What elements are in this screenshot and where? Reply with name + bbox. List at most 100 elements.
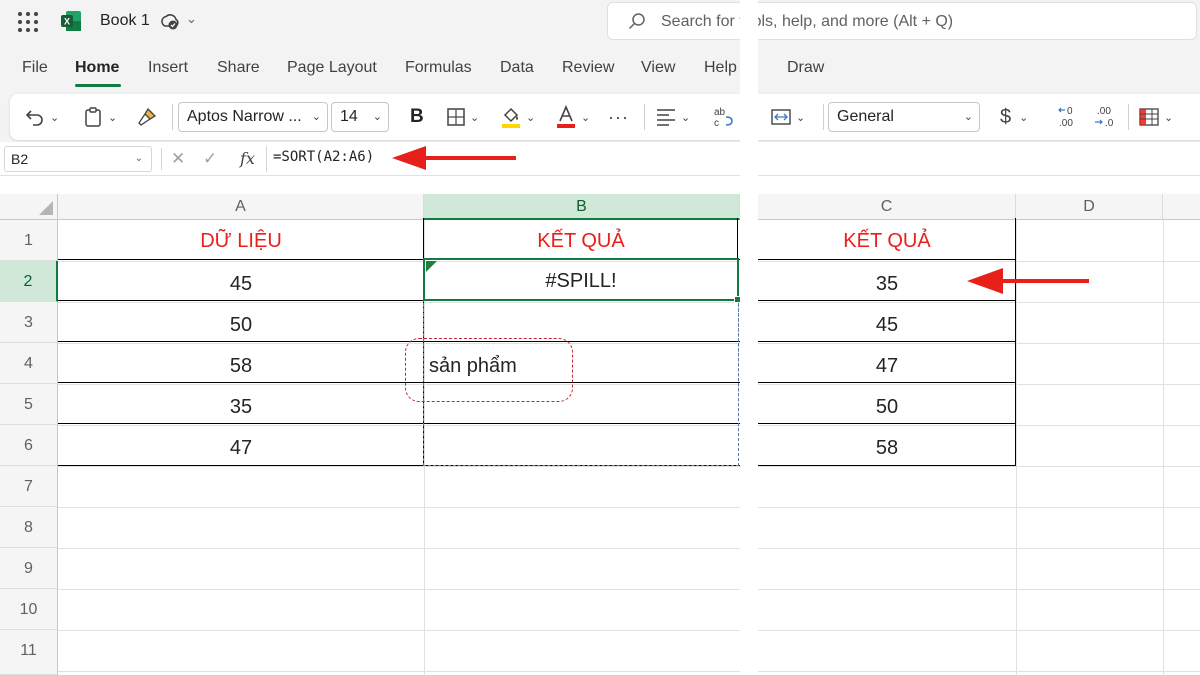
row-header-4[interactable]: 4 (0, 343, 58, 384)
table-border (758, 465, 1016, 466)
merge-center-button[interactable]: ⌄ (770, 104, 805, 130)
tab-data[interactable]: Data (500, 59, 534, 77)
cell-a4[interactable]: 58 (58, 355, 424, 378)
cell-b1[interactable]: KẾT QUẢ (424, 230, 738, 253)
chevron-down-icon: ⌄ (470, 111, 480, 124)
undo-icon (25, 110, 43, 126)
cell-a2[interactable]: 45 (58, 273, 424, 296)
search-placeholder: Search for tools, help, and more (Alt + … (661, 13, 954, 30)
paste-button[interactable]: ⌄ (82, 104, 117, 130)
row-header-9[interactable]: 9 (0, 548, 58, 589)
svg-text:.00: .00 (1097, 106, 1111, 117)
chevron-down-icon: ⌄ (50, 111, 60, 124)
font-size-dropdown[interactable]: 14 ⌄ (331, 102, 389, 132)
tab-insert[interactable]: Insert (148, 59, 188, 77)
format-painter-button[interactable] (136, 104, 158, 130)
cell-b2-spill-error[interactable]: #SPILL! (424, 270, 738, 293)
gridline (1163, 220, 1164, 675)
tab-review[interactable]: Review (562, 59, 614, 77)
tab-share[interactable]: Share (217, 59, 260, 77)
align-button[interactable]: ⌄ (655, 104, 690, 130)
document-title[interactable]: Book 1 (100, 12, 150, 30)
gridline (58, 466, 1200, 467)
row-header-11[interactable]: 11 (0, 630, 58, 675)
cancel-icon[interactable]: ✕ (171, 149, 185, 169)
search-box[interactable]: Search for tools, help, and more (Alt + … (607, 2, 1197, 40)
column-header-e[interactable] (1163, 194, 1200, 220)
decrease-decimal-button[interactable]: .00 .0 (1092, 104, 1118, 130)
row-header-8[interactable]: 8 (0, 507, 58, 548)
tab-help[interactable]: Help (704, 59, 737, 77)
gridline (58, 507, 1200, 508)
cell-c3[interactable]: 45 (758, 314, 1016, 337)
table-border (758, 259, 1016, 260)
column-header-b[interactable]: B (424, 194, 740, 220)
cell-c1[interactable]: KẾT QUẢ (758, 230, 1016, 253)
font-name-dropdown[interactable]: Aptos Narrow ... ⌄ (178, 102, 328, 132)
tab-view[interactable]: View (641, 59, 675, 77)
check-icon[interactable]: ✓ (203, 149, 217, 169)
more-font-options-button[interactable]: ··· (608, 104, 629, 130)
wrap-text-icon: ab c (714, 107, 733, 129)
currency-label: $ (1000, 105, 1012, 128)
font-color-button[interactable]: ⌄ (555, 104, 590, 130)
cell-c4[interactable]: 47 (758, 355, 1016, 378)
tab-draw[interactable]: Draw (787, 59, 824, 77)
wrap-text-button[interactable]: ab c (712, 104, 736, 130)
fill-color-button[interactable]: ⌄ (500, 104, 535, 130)
name-box[interactable]: B2 ⌄ (4, 146, 152, 172)
column-header-d[interactable]: D (1016, 194, 1163, 220)
cell-a1[interactable]: DỮ LIỆU (58, 230, 424, 253)
excel-logo-icon: X (61, 11, 81, 31)
svg-text:X: X (64, 17, 70, 27)
row-header-10[interactable]: 10 (0, 589, 58, 630)
tab-formulas[interactable]: Formulas (405, 59, 472, 77)
separator (161, 148, 162, 170)
increase-decimal-button[interactable]: 0 .00 (1056, 104, 1082, 130)
number-format-dropdown[interactable]: General ⌄ (828, 102, 980, 132)
insert-function-button[interactable]: fx (240, 149, 255, 168)
chevron-down-icon[interactable]: ⌄ (186, 11, 197, 27)
row-header-3[interactable]: 3 (0, 302, 58, 343)
bold-button[interactable]: B (410, 104, 424, 130)
cell-c5[interactable]: 50 (758, 396, 1016, 419)
cell-a3[interactable]: 50 (58, 314, 424, 337)
separator (1128, 104, 1129, 130)
number-format-value: General (837, 108, 894, 125)
tab-page-layout[interactable]: Page Layout (287, 59, 377, 77)
column-header-c[interactable]: C (758, 194, 1016, 220)
currency-button[interactable]: $ ⌄ (1000, 104, 1028, 130)
image-divider (740, 0, 758, 675)
formula-input[interactable]: =SORT(A2:A6) (273, 149, 374, 165)
table-border (758, 382, 1016, 383)
arrow-left-icon (967, 268, 1089, 294)
bold-label: B (410, 106, 424, 127)
row-header-5[interactable]: 5 (0, 384, 58, 425)
separator (644, 104, 645, 130)
svg-text:0: 0 (1067, 106, 1073, 117)
cell-c6[interactable]: 58 (758, 437, 1016, 460)
table-border (758, 423, 1016, 424)
borders-button[interactable]: ⌄ (446, 104, 479, 130)
row-header-1[interactable]: 1 (0, 220, 58, 261)
row-header-7[interactable]: 7 (0, 466, 58, 507)
table-border (1015, 218, 1016, 466)
row-header-2[interactable]: 2 (0, 261, 58, 302)
saved-status-icon[interactable] (160, 12, 180, 32)
select-all-button[interactable] (0, 194, 58, 220)
row-header-6[interactable]: 6 (0, 425, 58, 466)
tab-file[interactable]: File (22, 59, 48, 77)
conditional-formatting-button[interactable]: ⌄ (1138, 104, 1173, 130)
tab-home[interactable]: Home (75, 59, 119, 77)
column-header-a[interactable]: A (58, 194, 424, 220)
select-all-icon (39, 201, 53, 215)
increase-decimal-icon: 0 .00 (1058, 106, 1073, 129)
cell-a5[interactable]: 35 (58, 396, 424, 419)
undo-button[interactable]: ⌄ (24, 104, 59, 130)
app-launcher-icon[interactable] (18, 12, 38, 32)
formula-bar: B2 ⌄ ✕ ✓ fx =SORT(A2:A6) (0, 142, 1200, 176)
font-color-icon (557, 105, 575, 128)
borders-icon (447, 108, 465, 126)
table-border (758, 300, 1016, 301)
cell-a6[interactable]: 47 (58, 437, 424, 460)
